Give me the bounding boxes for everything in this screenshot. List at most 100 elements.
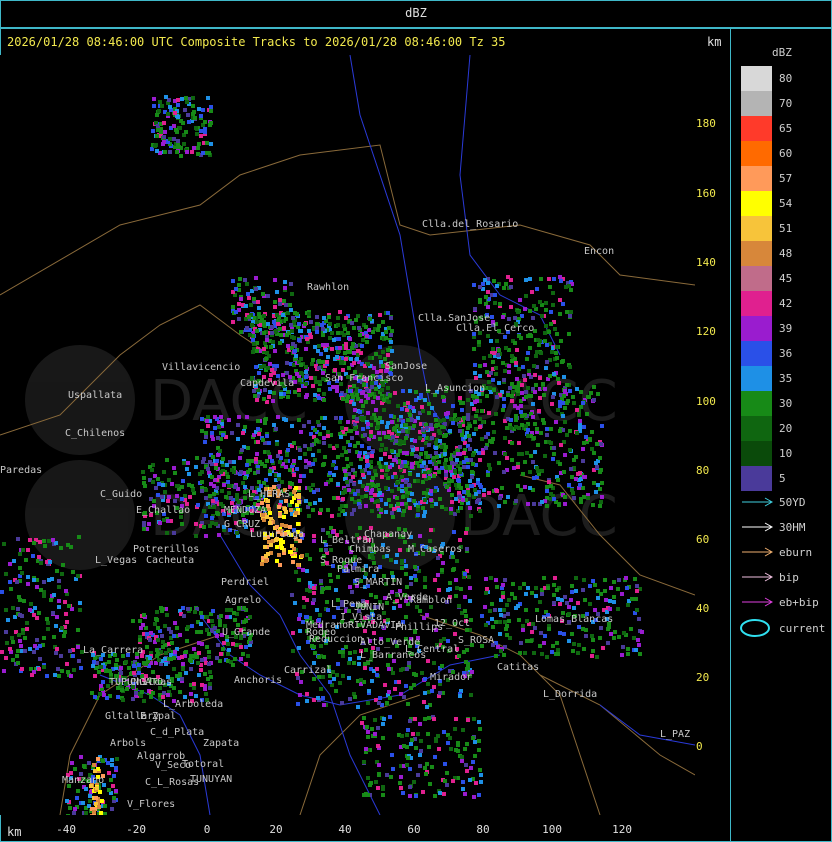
x-tick-label: -20 [126, 823, 146, 836]
place-label: Agrelo [225, 595, 261, 606]
legend-swatch [741, 66, 772, 91]
place-label: Palmira [337, 564, 379, 575]
track-arrow-icon [742, 572, 774, 582]
header-label: dBZ [405, 6, 427, 20]
place-label: Villavicencio [162, 362, 240, 373]
place-label: Chimbas [349, 544, 391, 555]
legend-swatch [741, 416, 772, 441]
y-tick-label: 40 [696, 602, 710, 615]
x-tick-label: 80 [476, 823, 490, 836]
legend-swatch-label: 45 [779, 272, 793, 285]
place-label: La_Carrera [83, 645, 143, 656]
x-tick-label: 40 [338, 823, 352, 836]
place-label: Zapata [203, 738, 239, 749]
place-label: San Francisco [325, 373, 403, 384]
place-label: Reduccion [309, 634, 363, 645]
place-label: Ramblon [410, 595, 452, 606]
legend-swatch-label: 30 [779, 397, 793, 410]
legend-swatch [741, 116, 772, 141]
place-label: Totoral [182, 759, 224, 770]
x-tick-label: 120 [612, 823, 632, 836]
legend-swatch-label: 51 [779, 222, 793, 235]
track-label: eburn [779, 546, 813, 559]
place-label: Rawhlon [307, 282, 349, 293]
track-label: 30HM [779, 521, 806, 534]
place-label: I_Vista [340, 612, 382, 623]
current-label: current [779, 622, 826, 635]
y-tick-label: 20 [696, 671, 710, 684]
place-label: Arbols [110, 738, 146, 749]
legend-swatch-label: 10 [779, 447, 793, 460]
legend-swatch-label: 5 [779, 472, 786, 485]
y-tick-label: 120 [696, 325, 716, 338]
place-label: Chilcas [130, 677, 172, 688]
place-label: L_Arboleda [163, 699, 223, 710]
legend-swatch-label: 48 [779, 247, 793, 260]
place-label: MENDOZA [224, 505, 266, 516]
place-label: TUNUYAN [190, 774, 232, 785]
place-label: Paredas [0, 465, 42, 476]
place-label: Clla.del_Rosario [422, 219, 518, 230]
y-tick-label: 80 [696, 464, 710, 477]
legend-swatch [741, 441, 772, 466]
place-label: C_Guido [100, 489, 142, 500]
legend-swatch [741, 391, 772, 416]
legend-swatch [741, 241, 772, 266]
place-label: Capdevila [240, 378, 294, 389]
place-label: L_Asuncion [425, 383, 485, 394]
place-label: Manzano [62, 775, 104, 786]
legend-swatch-label: 65 [779, 122, 793, 135]
place-label: Chapanay [364, 529, 412, 540]
place-label: S_ROSA [458, 635, 494, 646]
legend-swatch-label: 35 [779, 372, 793, 385]
place-label: Anchoris [234, 675, 282, 686]
legend-swatch-label: 42 [779, 297, 793, 310]
legend-swatch-label: 60 [779, 147, 793, 160]
place-label: E_Zpal [140, 711, 176, 722]
legend-swatch [741, 366, 772, 391]
legend-swatch-label: 54 [779, 197, 793, 210]
track-arrow-icon [742, 547, 774, 557]
place-label: SanJose [385, 361, 427, 372]
place-label: Lomas_Blancas [535, 614, 613, 625]
legend-swatch-label: 20 [779, 422, 793, 435]
place-label: C_d_Plata [150, 727, 204, 738]
place-label: U_Grande [222, 627, 270, 638]
legend-swatch [741, 291, 772, 316]
legend-title: dBZ [772, 46, 792, 59]
place-label: M_Caseros [408, 544, 462, 555]
legend-swatch [741, 266, 772, 291]
track-label: bip [779, 571, 799, 584]
y-tick-label: 180 [696, 117, 716, 130]
current-cell-icon [740, 619, 770, 637]
x-tick-label: -40 [56, 823, 76, 836]
place-label: V_Flores [127, 799, 175, 810]
x-tick-label: 100 [542, 823, 562, 836]
legend-swatch [741, 166, 772, 191]
track-arrow-icon [742, 597, 774, 607]
place-label: Uspallata [68, 390, 122, 401]
place-label: L_PAZ [660, 729, 690, 740]
legend-swatch-label: 70 [779, 97, 793, 110]
place-label: L_Dorrida [543, 689, 597, 700]
track-arrow-icon [742, 497, 774, 507]
legend-swatch [741, 91, 772, 116]
place-label: Clla.El_Cerco [456, 323, 534, 334]
axis-unit-top: km [707, 35, 722, 49]
place-label: 12_Oct [434, 618, 470, 629]
legend-swatch [741, 341, 772, 366]
legend-swatch-label: 57 [779, 172, 793, 185]
radar-map[interactable]: DACC DACC DACC DACC Clla.del_RosarioEnco… [0, 55, 695, 815]
x-tick-label: 0 [203, 823, 211, 836]
legend-swatch [741, 316, 772, 341]
legend-swatch [741, 141, 772, 166]
y-tick-label: 160 [696, 187, 716, 200]
track-label: 50YD [779, 496, 806, 509]
place-label: E_Challao [136, 505, 190, 516]
y-tick-label: 100 [696, 395, 716, 408]
x-tick-label: 20 [269, 823, 283, 836]
axis-unit-bottom: km [7, 825, 22, 839]
place-label: Perdriel [221, 577, 269, 588]
place-label: L_Central [405, 644, 459, 655]
legend-swatch [741, 466, 772, 491]
